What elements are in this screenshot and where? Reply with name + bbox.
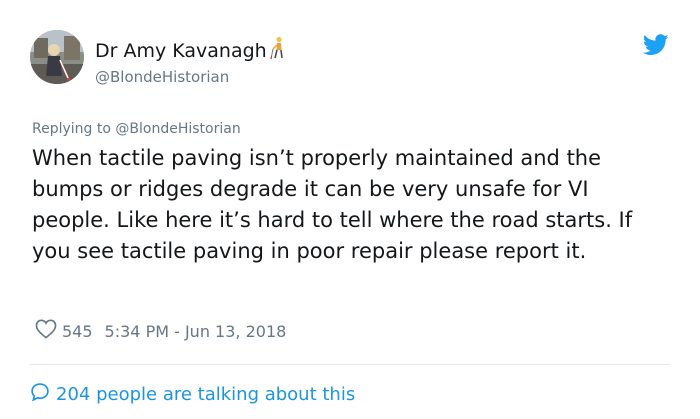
avatar[interactable] bbox=[30, 30, 84, 84]
twitter-bird-icon[interactable] bbox=[642, 34, 669, 60]
tweet-card: Dr Amy Kavanagh @BlondeHistorian Replyin… bbox=[0, 0, 700, 419]
person-with-white-cane-icon bbox=[269, 36, 289, 65]
reply-context: Replying to @BlondeHistorian bbox=[32, 120, 241, 138]
author-names: Dr Amy Kavanagh @BlondeHistorian bbox=[95, 36, 289, 87]
conversation-link[interactable]: 204 people are talking about this bbox=[30, 382, 355, 407]
display-name[interactable]: Dr Amy Kavanagh bbox=[95, 40, 267, 62]
conversation-label[interactable]: 204 people are talking about this bbox=[56, 384, 355, 405]
tweet-meta: 545 5:34 PM - Jun 13, 2018 bbox=[35, 319, 286, 343]
divider bbox=[30, 364, 670, 365]
speech-bubble-icon bbox=[30, 382, 50, 407]
heart-icon[interactable] bbox=[35, 319, 57, 343]
avatar-photo bbox=[30, 30, 84, 84]
author-handle[interactable]: @BlondeHistorian bbox=[95, 67, 289, 87]
tweet-timestamp[interactable]: 5:34 PM - Jun 13, 2018 bbox=[105, 322, 287, 341]
tweet-header: Dr Amy Kavanagh @BlondeHistorian bbox=[30, 30, 289, 87]
display-name-row[interactable]: Dr Amy Kavanagh bbox=[95, 36, 289, 65]
reply-handle-link[interactable]: @BlondeHistorian bbox=[115, 121, 240, 137]
reply-prefix: Replying to bbox=[32, 121, 111, 137]
like-count[interactable]: 545 bbox=[62, 322, 93, 341]
tweet-text: When tactile paving isn’t properly maint… bbox=[32, 146, 633, 263]
